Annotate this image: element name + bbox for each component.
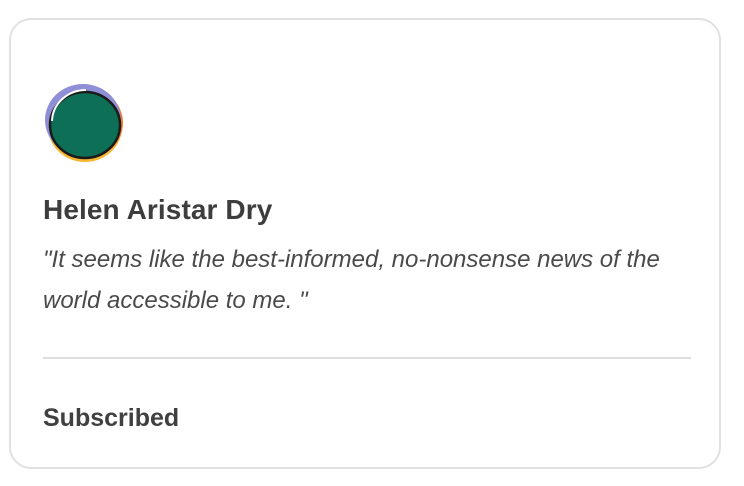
- divider: [43, 357, 691, 359]
- avatar: [42, 83, 126, 167]
- author-name: Helen Aristar Dry: [43, 194, 273, 225]
- testimonial-card: Helen Aristar Dry "It seems like the bes…: [9, 18, 721, 469]
- testimonial-quote: "It seems like the best-informed, no-non…: [43, 246, 660, 314]
- subscription-status: Subscribed: [43, 404, 180, 432]
- globe-logo-icon: [45, 84, 123, 162]
